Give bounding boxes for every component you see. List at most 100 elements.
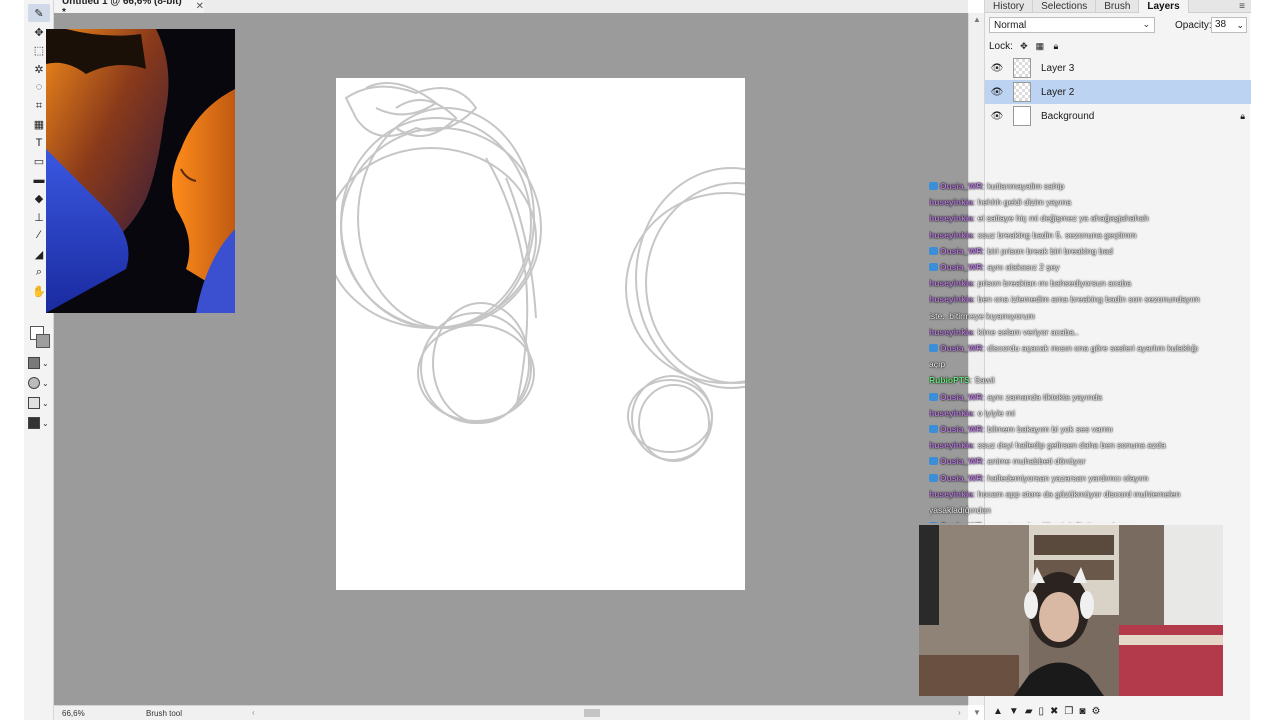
chat-message: Ousia_WR: bilmem bakayım bi yok ses varm… xyxy=(929,421,1229,437)
chat-username: Ousia_WR xyxy=(940,424,983,435)
brush-preset-dropdown[interactable]: ⌄ xyxy=(28,356,52,370)
chat-badge-icon xyxy=(929,344,938,353)
opacity-field[interactable]: 38 ⌄ xyxy=(1211,17,1247,33)
chat-message: huseyinkia: ssuz deyi halledip gelirsen … xyxy=(929,437,1229,453)
chat-message: huseyinkia: hocam app store da gözükmüyo… xyxy=(929,486,1229,502)
close-icon[interactable]: ✕ xyxy=(196,1,204,12)
zoom-level[interactable]: 66,6% xyxy=(62,709,85,718)
panel-menu-icon[interactable]: ≡ xyxy=(1233,0,1251,12)
chat-message: Ousia_WR: halledemiyorsan yazarsan yardı… xyxy=(929,470,1229,486)
chevron-down-icon: ⌄ xyxy=(1236,20,1244,30)
brush-size-dropdown[interactable]: ⌄ xyxy=(28,396,52,410)
chat-username: Ousia_WR xyxy=(940,181,983,191)
chat-text: : ei saltaye hiç mi değişmez ya ahağaşja… xyxy=(972,213,1149,224)
new-layer-icon[interactable]: ▯ xyxy=(1039,706,1045,717)
chat-username: Ousia_WR xyxy=(940,472,983,483)
chat-text: : prison breaktan mı bahsediyorsun acaba xyxy=(972,278,1132,289)
chat-message: huseyinkia: ben ona izlemedim ama breaki… xyxy=(929,291,1229,307)
chat-username: huseyinkia xyxy=(929,229,973,240)
tab-history[interactable]: History xyxy=(985,0,1034,13)
tab-selections[interactable]: Selections xyxy=(1033,0,1097,13)
chat-text: yasakladığından xyxy=(929,505,991,516)
chat-message: RubioPTS: Sawii xyxy=(929,372,1229,388)
chevron-down-icon: ⌄ xyxy=(1142,19,1150,29)
delete-layer-icon[interactable]: ✖ xyxy=(1050,706,1058,717)
layer-row[interactable]: 👁︎ Layer 2 xyxy=(985,80,1251,104)
chat-username: huseyinkia xyxy=(929,440,973,451)
chat-message: Ousia_WR: discordu açacak mısın ona göre… xyxy=(929,340,1229,356)
visibility-eye-icon[interactable]: 👁︎ xyxy=(985,87,1009,98)
layer-mask-icon[interactable]: ◙ xyxy=(1079,706,1085,717)
chat-text: : ben ona izlemedim ama breaking badin s… xyxy=(972,294,1200,305)
brush-tool[interactable]: ✎ xyxy=(28,4,50,22)
chat-text: açıp xyxy=(929,359,946,370)
tab-brush[interactable]: Brush xyxy=(1096,0,1140,13)
chat-text: : kutlanmayalim sahip xyxy=(982,181,1065,191)
move-layer-up-icon[interactable]: ▲ xyxy=(993,706,1003,717)
chat-message: Ousia_WR: app store dan ülkeni değiştirm… xyxy=(929,518,1229,523)
scroll-left-arrow-icon[interactable]: ‹ xyxy=(252,708,255,717)
lock-transparency-icon[interactable]: ▦ xyxy=(1035,41,1045,51)
webcam-overlay xyxy=(919,525,1223,696)
tab-layers[interactable]: Layers xyxy=(1139,0,1189,13)
chat-username: RubioPTS xyxy=(929,375,970,386)
chat-text: : discordu açacak mısın ona göre sesleri… xyxy=(982,343,1199,354)
lock-label: Lock: xyxy=(989,40,1013,52)
layer-row[interactable]: 👁︎ Background 🔒︎ xyxy=(985,104,1251,128)
horizontal-scrollbar-thumb[interactable] xyxy=(584,709,600,717)
chat-username: Ousia_WR xyxy=(940,391,983,402)
layer-lock-icon[interactable]: 🔒︎ xyxy=(1240,111,1245,122)
chat-text: iste.. bitirmeye kıyamıyorum xyxy=(929,310,1035,321)
new-group-icon[interactable]: ▰ xyxy=(1025,706,1033,717)
chat-text: : bilmem bakayım bi yok ses varmı xyxy=(982,424,1113,435)
webcam-feed-illustration xyxy=(919,525,1223,696)
chat-username: Ousia_WR xyxy=(940,245,983,256)
brush-settings-dropdown[interactable]: ⌄ xyxy=(28,376,52,390)
panel-tabs: History Selections Brush Layers ≡ xyxy=(985,0,1251,13)
chat-message: huseyinkia: o iyiyle mi xyxy=(929,405,1229,421)
chat-message: huseyinkia: ei saltaye hiç mi değişmez y… xyxy=(929,210,1229,226)
chat-badge-icon xyxy=(929,522,938,523)
chat-username: huseyinkia xyxy=(929,197,973,208)
scroll-up-arrow-icon[interactable]: ▲ xyxy=(973,15,981,24)
chat-message: huseyinkia: ssuz breaking badin 5. sezon… xyxy=(929,227,1229,243)
chat-message: Ousia_WR: aynı zamanda tiktokta yayında xyxy=(929,389,1229,405)
move-layer-down-icon[interactable]: ▼ xyxy=(1009,706,1019,717)
visibility-eye-icon[interactable]: 👁︎ xyxy=(985,111,1009,122)
chat-text: : biri prison break biri breaking bad xyxy=(982,245,1113,256)
chat-text: : aynı alakasız 2 şey xyxy=(982,262,1060,273)
chat-badge-icon xyxy=(929,182,938,190)
blend-mode-select[interactable]: Normal ⌄ xyxy=(989,17,1155,33)
lock-position-icon[interactable]: ✥ xyxy=(1019,41,1029,51)
lock-row: Lock: ✥ ▦ 🔒︎ xyxy=(989,39,1061,53)
document-tab[interactable]: Untitled 1 @ 66,6% (8-bit) * ✕ xyxy=(54,0,204,18)
layer-thumbnail xyxy=(1013,58,1031,78)
lock-all-icon[interactable]: 🔒︎ xyxy=(1051,41,1061,51)
drawing-canvas[interactable] xyxy=(336,78,745,590)
layer-row[interactable]: 👁︎ Layer 3 xyxy=(985,56,1251,80)
chat-username: Ousia_WR xyxy=(940,456,983,467)
duplicate-layer-icon[interactable]: ❐ xyxy=(1064,706,1073,717)
opacity-value: 38 xyxy=(1215,19,1227,30)
chat-username: huseyinkia xyxy=(929,294,973,305)
chat-text: : o iyiyle mi xyxy=(972,407,1015,418)
brush-mode-dropdown[interactable]: ⌄ xyxy=(28,416,52,430)
layer-settings-icon[interactable]: ⚙ xyxy=(1091,706,1100,717)
background-color-swatch[interactable] xyxy=(36,334,50,348)
layer-name: Layer 3 xyxy=(1041,62,1075,74)
reference-portrait-illustration xyxy=(46,29,235,313)
chat-username: huseyinkia xyxy=(929,488,973,499)
chat-message: huseyinkia: kime selam veriyor acaba.. xyxy=(929,324,1229,340)
chat-username: huseyinkia xyxy=(929,326,973,337)
scroll-right-arrow-icon[interactable]: › xyxy=(958,708,961,717)
chat-username: huseyinkia xyxy=(929,407,973,418)
chat-message: iste.. bitirmeye kıyamıyorum xyxy=(929,308,1229,324)
scroll-down-arrow-icon[interactable]: ▼ xyxy=(973,708,981,717)
opacity-label: Opacity: xyxy=(1175,20,1212,31)
status-bar: 66,6% Brush tool ‹ › xyxy=(54,705,968,720)
chat-text: : app store dan ülkeni değiştirmen lazım xyxy=(983,521,1133,523)
visibility-eye-icon[interactable]: 👁︎ xyxy=(985,63,1009,74)
chat-badge-icon xyxy=(929,246,938,255)
layers-footer: ▲ ▼ ▰ ▯ ✖ ❐ ◙ ⚙ xyxy=(985,703,1251,720)
chat-badge-icon xyxy=(929,425,938,434)
